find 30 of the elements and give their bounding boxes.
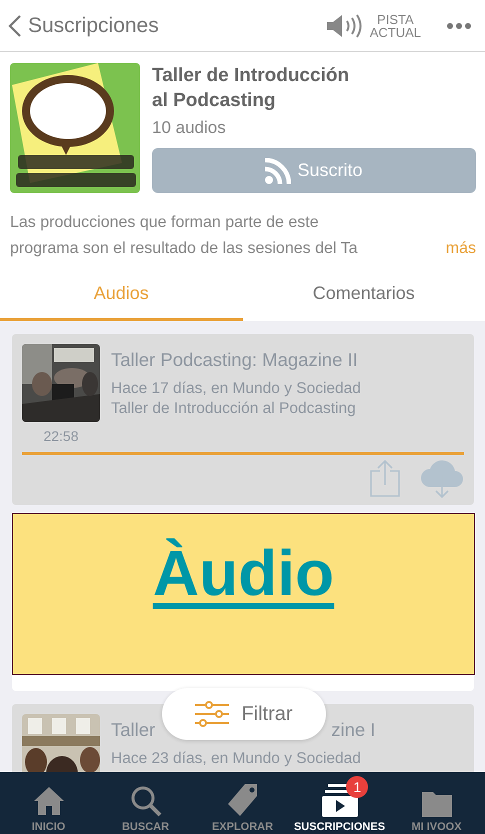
- more-icon[interactable]: [447, 22, 471, 28]
- tab-bar-item[interactable]: EXPLORAR: [194, 772, 291, 834]
- episode-meta: Hace 17 días, en Mundo y Sociedad: [111, 380, 361, 398]
- tab-bar-item[interactable]: INICIO: [0, 772, 97, 834]
- rss-icon: [265, 158, 292, 184]
- tab-bar-item[interactable]: SUSCRIPCIONES 1: [291, 772, 388, 834]
- episode-meta: Hace 23 días, en Mundo y Sociedad: [111, 750, 362, 768]
- audio-link[interactable]: Àudio: [152, 536, 334, 610]
- tab-bar-item[interactable]: MI IVOOX: [388, 772, 485, 834]
- description-text: Las producciones que forman parte de este: [10, 213, 320, 233]
- program-title: Taller de Introducción al Podcasting: [152, 64, 350, 113]
- tab[interactable]: Comentarios: [242, 268, 485, 321]
- back-icon: [8, 14, 22, 38]
- notification-badge: 1: [346, 776, 368, 798]
- episode-program: Taller de Introducción al Podcasting: [111, 400, 357, 418]
- back-button[interactable]: Suscripciones: [8, 14, 159, 38]
- description-text: programa son el resultado de las sesiones del Ta: [10, 239, 358, 259]
- download-icon[interactable]: [420, 459, 464, 499]
- speaker-icon: [326, 12, 364, 38]
- folder-icon: [422, 789, 452, 817]
- now-playing-button[interactable]: PISTA ACTUAL: [326, 12, 421, 38]
- share-icon[interactable]: [370, 459, 400, 497]
- search-icon: [130, 785, 162, 817]
- home-icon: [32, 785, 64, 817]
- episode-duration: 22:58: [43, 428, 79, 444]
- audio-count: 10 audios: [152, 118, 227, 138]
- tab-bar-item[interactable]: BUSCAR: [97, 772, 194, 834]
- filter-button[interactable]: Filtrar: [162, 688, 326, 740]
- tag-icon: [226, 783, 258, 817]
- filter-icon: [195, 701, 230, 727]
